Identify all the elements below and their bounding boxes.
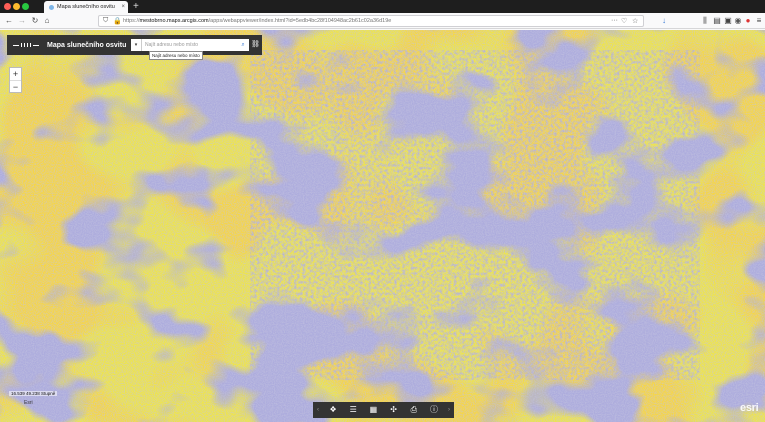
sidebar-icon[interactable]: ▤ xyxy=(712,15,722,27)
toolbar-prev-icon[interactable]: ‹ xyxy=(313,407,323,413)
search-icon[interactable]: ⌕ xyxy=(237,39,249,51)
solar-map[interactable] xyxy=(0,30,765,422)
zoom-in-button[interactable]: + xyxy=(10,68,21,80)
home-icon[interactable]: ⌂ xyxy=(42,15,52,27)
search-tooltip: Najít adresu nebo místo xyxy=(149,51,203,60)
pocket-icon[interactable]: ♡ xyxy=(621,17,627,25)
map-raster xyxy=(0,30,765,422)
legend-icon[interactable]: ☰ xyxy=(343,402,363,418)
star-icon[interactable]: ☆ xyxy=(632,17,638,25)
reload-icon[interactable]: ↻ xyxy=(30,15,40,27)
attribution: Esri xyxy=(24,400,33,406)
screenshot-icon[interactable]: ▣ xyxy=(723,15,733,27)
address-bar[interactable]: ⛉ 🔒 https://mestobrno.maps.arcgis.com/ap… xyxy=(98,15,644,27)
hamburger-menu-icon[interactable]: ≡ xyxy=(754,15,764,27)
search-widget: ▾ ⌕ xyxy=(131,39,249,51)
minimize-window-button[interactable] xyxy=(13,3,20,10)
zoom-control: + − xyxy=(9,67,22,93)
brno-logo xyxy=(13,43,39,47)
esri-logo: esri xyxy=(740,402,759,414)
widget-toolbar: ‹ ❖ ☰ ▦ ✣ ⎙ ⓘ › xyxy=(313,402,454,418)
browser-tab[interactable]: Mapa slunečního osvitu × xyxy=(44,1,128,13)
basemap-icon[interactable]: ▦ xyxy=(363,402,383,418)
layers-icon[interactable]: ❖ xyxy=(323,402,343,418)
globe-icon xyxy=(49,4,54,10)
coordinate-readout: 16.539 49.238 Stupně xyxy=(9,391,58,396)
close-window-button[interactable] xyxy=(4,3,11,10)
tab-title: Mapa slunečního osvitu xyxy=(57,4,115,10)
measure-icon[interactable]: ✣ xyxy=(384,402,404,418)
app-header: Mapa slunečního osvitu ▾ ⌕ ⛓ xyxy=(7,35,262,55)
tab-close-icon[interactable]: × xyxy=(121,4,125,10)
back-arrow-icon[interactable]: ← xyxy=(4,15,14,27)
info-icon[interactable]: ⓘ xyxy=(424,402,444,418)
extension-icon[interactable]: ◉ xyxy=(733,15,743,27)
texture-grain xyxy=(0,30,765,422)
forward-arrow-icon[interactable]: → xyxy=(17,15,27,27)
search-source-dropdown[interactable]: ▾ xyxy=(131,39,142,51)
toolbar-next-icon[interactable]: › xyxy=(444,407,454,413)
tracking-shield-icon[interactable]: ⛉ xyxy=(103,17,108,25)
maximize-window-button[interactable] xyxy=(22,3,29,10)
lock-icon[interactable]: 🔒 xyxy=(113,17,122,25)
extension-red-icon[interactable]: ● xyxy=(743,15,753,27)
app-title: Mapa slunečního osvitu xyxy=(47,41,127,49)
download-icon[interactable]: ↓ xyxy=(659,15,669,27)
link-icon[interactable]: ⛓ xyxy=(250,39,261,51)
new-tab-button[interactable]: + xyxy=(133,0,139,13)
library-icon[interactable]: ⫼ xyxy=(700,15,710,27)
url-text: https://mestobrno.maps.arcgis.com/apps/w… xyxy=(123,18,392,24)
zoom-out-button[interactable]: − xyxy=(10,80,21,92)
search-input[interactable] xyxy=(142,39,237,51)
browser-navbar: ← → ↻ ⌂ ⛉ 🔒 https://mestobrno.maps.arcgi… xyxy=(0,13,765,29)
page-actions-icon[interactable]: ··· xyxy=(611,17,618,24)
browser-tab-bar: Mapa slunečního osvitu × + xyxy=(0,0,765,13)
print-icon[interactable]: ⎙ xyxy=(404,402,424,418)
